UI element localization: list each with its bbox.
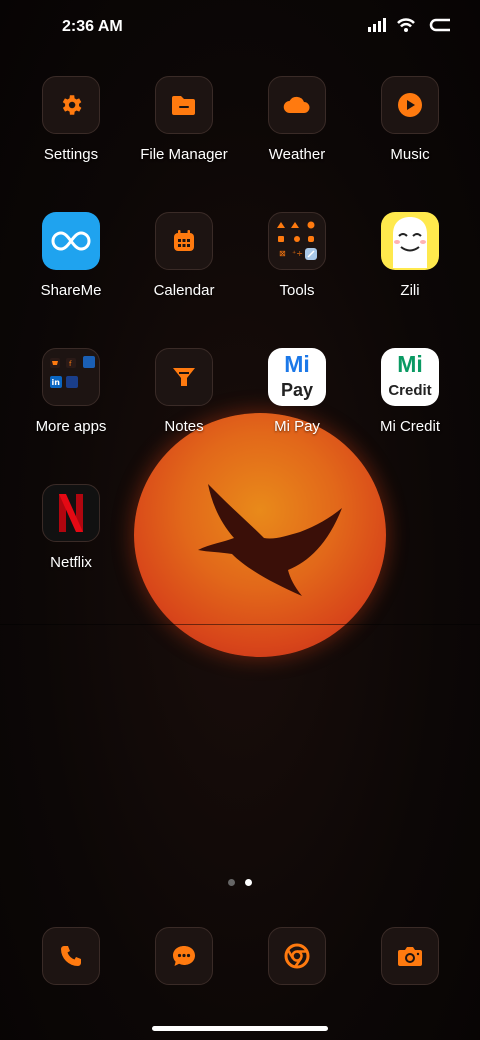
phone-icon: [61, 946, 81, 966]
folder-more-apps[interactable]: f in More apps: [16, 348, 126, 435]
svg-text:⁺÷: ⁺÷: [292, 249, 303, 258]
app-notes[interactable]: Notes: [129, 348, 239, 435]
funnel-note-icon: [173, 368, 195, 386]
app-settings[interactable]: Settings: [16, 76, 126, 163]
camera-icon: [398, 947, 422, 966]
app-label: File Manager: [140, 146, 228, 163]
weather-app-icon: [268, 76, 326, 134]
app-label: Zili: [400, 282, 420, 299]
app-label: Calendar: [153, 282, 215, 299]
dock-browser[interactable]: [242, 927, 352, 985]
mi-pay-logo-text: Pay: [280, 380, 314, 400]
app-netflix[interactable]: Netflix: [16, 484, 126, 571]
mi-credit-app-icon: Mi Credit: [381, 348, 439, 406]
app-weather[interactable]: Weather: [242, 76, 352, 163]
phone-app-icon: [42, 927, 100, 985]
infinity-icon: [51, 231, 91, 251]
folder-icon: [172, 96, 195, 115]
bird-silhouette: [198, 484, 342, 596]
folder-preview-icon: ⊠ ⁺÷: [277, 221, 317, 260]
app-shareme[interactable]: ShareMe: [16, 212, 126, 299]
svg-text:in: in: [52, 378, 61, 387]
status-bar: 2:36 AM: [0, 0, 480, 56]
tools-folder-icon: ⊠ ⁺÷: [268, 212, 326, 270]
dock-phone[interactable]: [16, 927, 126, 985]
home-indicator[interactable]: [152, 1026, 328, 1031]
messages-icon: [173, 946, 195, 966]
netflix-n-icon: [59, 494, 83, 532]
netflix-app-icon: [42, 484, 100, 542]
zili-app-icon: [381, 212, 439, 270]
app-label: ShareMe: [40, 282, 102, 299]
app-mi-credit[interactable]: Mi Credit Mi Credit: [355, 348, 465, 435]
mi-credit-logo-text: Credit: [388, 382, 432, 399]
folder-preview-icon: f in: [50, 356, 95, 388]
chrome-icon: [284, 943, 310, 969]
app-label: More apps: [35, 418, 107, 435]
page-indicator: [228, 879, 252, 886]
app-mi-pay[interactable]: Mi Pay Mi Pay: [242, 348, 352, 435]
calendar-app-icon: [155, 212, 213, 270]
shareme-app-icon: [42, 212, 100, 270]
mi-credit-logo-mi: Mi: [397, 351, 423, 377]
cloud-icon: [283, 96, 310, 114]
app-calendar[interactable]: Calendar: [129, 212, 239, 299]
play-icon: [398, 93, 422, 117]
page-dot-active[interactable]: [245, 879, 252, 886]
svg-text:⊠: ⊠: [279, 249, 286, 258]
smiling-face-icon: [393, 217, 427, 268]
folder-tools[interactable]: ⊠ ⁺÷ Tools: [242, 212, 352, 299]
app-label: Settings: [43, 146, 99, 163]
notes-app-icon: [155, 348, 213, 406]
app-file-manager[interactable]: File Manager: [129, 76, 239, 163]
app-music[interactable]: Music: [355, 76, 465, 163]
camera-app-icon: [381, 927, 439, 985]
settings-app-icon: [42, 76, 100, 134]
app-label: Mi Credit: [379, 418, 440, 435]
app-label: Weather: [268, 146, 326, 163]
horizon-line: [0, 624, 480, 625]
music-app-icon: [381, 76, 439, 134]
dock-messages[interactable]: [129, 927, 239, 985]
app-zili[interactable]: Zili: [355, 212, 465, 299]
app-label: Netflix: [50, 554, 92, 571]
battery-icon: [429, 18, 450, 32]
wifi-icon: [397, 18, 415, 32]
signal-icon: [368, 18, 386, 32]
file-manager-app-icon: [155, 76, 213, 134]
browser-app-icon: [268, 927, 326, 985]
app-label: Mi Pay: [274, 418, 320, 435]
page-dot[interactable]: [228, 879, 235, 886]
status-time: 2:36 AM: [62, 18, 123, 35]
app-label: Tools: [279, 282, 315, 299]
messages-app-icon: [155, 927, 213, 985]
mi-pay-app-icon: Mi Pay: [268, 348, 326, 406]
calendar-icon: [174, 230, 194, 251]
mi-pay-logo-mi: Mi: [284, 351, 310, 377]
more-apps-folder-icon: f in: [42, 348, 100, 406]
dock-camera[interactable]: [355, 927, 465, 985]
app-label: Notes: [164, 418, 204, 435]
gear-icon: [62, 95, 82, 115]
app-label: Music: [390, 146, 430, 163]
